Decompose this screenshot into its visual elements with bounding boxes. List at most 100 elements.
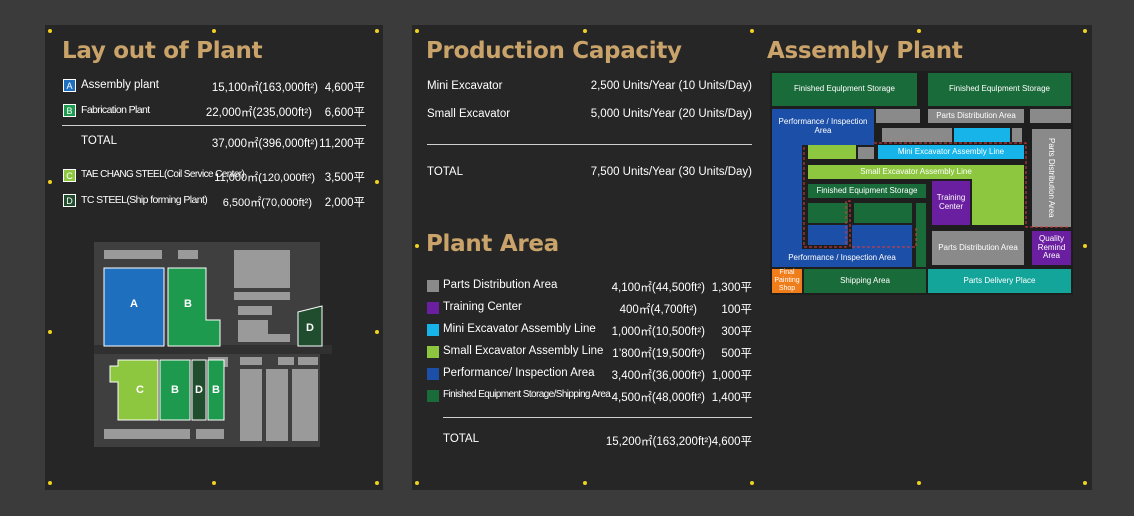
building-grey (278, 357, 294, 365)
corner-dot (375, 481, 379, 485)
performance-pyeong: 1,000平 (711, 370, 752, 382)
corner-dot (48, 180, 52, 184)
finished-storage-pyeong: 1,400平 (711, 392, 752, 404)
assembly-plant-label: Assembly plant (81, 79, 159, 91)
corner-dot (375, 29, 379, 33)
performance-area: 3,400㎡(36,000ft²) (611, 370, 705, 382)
corner-dot (415, 481, 419, 485)
swatch-finished-storage (427, 390, 439, 402)
fabrication-plant-area: 22,000㎡(235,000ft²) (205, 107, 312, 119)
tc-steel-pyeong: 2,000平 (324, 197, 365, 209)
capacity-title: Production Capacity (426, 38, 682, 64)
swatch-training-center (427, 302, 439, 314)
assembly-plant-area: 15,100㎡(163,000ft²) (211, 82, 318, 94)
building-grey (238, 306, 272, 315)
layout-total-label: TOTAL (81, 135, 117, 147)
building-grey (240, 369, 262, 441)
corner-dot (583, 29, 587, 33)
map-label-b: B (184, 298, 192, 310)
mini-line-label: Mini Excavator Assembly Line (443, 323, 596, 335)
assembly-plant-title: Assembly Plant (767, 38, 963, 64)
forklift-route (803, 142, 1070, 248)
fabrication-plant-pyeong: 6,600平 (324, 107, 365, 119)
capacity-total-value: 7,500 Units/Year (30 Units/Day) (590, 166, 752, 178)
route-line (803, 147, 917, 248)
corner-dot (917, 481, 921, 485)
corner-dot (750, 29, 754, 33)
corner-dot (1083, 481, 1087, 485)
building-grey (266, 369, 288, 441)
map-label-a: A (130, 298, 138, 310)
mini-line-pyeong: 300平 (721, 326, 752, 338)
badge-a: A (63, 79, 76, 92)
swatch-parts-distribution (427, 280, 439, 292)
map-label-d: D (306, 322, 314, 334)
building-grey (104, 250, 162, 259)
map-label-c: C (136, 384, 144, 396)
layout-total-pyeong: 11,200平 (319, 138, 365, 150)
site-map: A B C B D B D (94, 242, 332, 447)
parts-distribution-pyeong: 1,300平 (711, 282, 752, 294)
area-total-area: 15,200㎡(163,200ft²) (605, 436, 712, 448)
corner-dot (48, 29, 52, 33)
map-label-d2: D (195, 384, 203, 396)
corner-dot (415, 29, 419, 33)
assembly-plant-map: Finished Equlpment Storage Finished Equl… (770, 71, 1073, 295)
swatch-mini-line (427, 324, 439, 336)
route-line (874, 142, 1070, 228)
building-grey (240, 357, 262, 365)
mini-line-area: 1,000㎡(10,500ft²) (611, 326, 705, 338)
corner-dot (48, 330, 52, 334)
mini-excavator-value: 2,500 Units/Year (10 Units/Day) (590, 80, 752, 92)
corner-dot (375, 330, 379, 334)
layout-title: Lay out of Plant (62, 38, 263, 64)
layout-divider (62, 125, 366, 126)
corner-dot (1083, 244, 1087, 248)
tc-steel-label: TC STEEL(Ship forming Plant) (81, 194, 208, 206)
plant-area-title: Plant Area (426, 231, 559, 257)
small-excavator-label: Small Excavator (427, 108, 511, 120)
building-grey (196, 429, 224, 439)
swatch-performance (427, 368, 439, 380)
corner-dot (415, 244, 419, 248)
parts-distribution-label: Parts Distribution Area (443, 279, 558, 291)
badge-d: D (63, 194, 76, 207)
tc-steel-area: 6,500㎡(70,000ft²) (222, 197, 312, 209)
tae-chang-steel-pyeong: 3,500平 (324, 172, 365, 184)
badge-b: B (63, 104, 76, 117)
training-center-area: 400㎡(4,700ft²) (619, 304, 697, 316)
small-line-pyeong: 500平 (721, 348, 752, 360)
building-grey (292, 369, 318, 441)
area-total-label: TOTAL (443, 433, 479, 445)
corner-dot (212, 481, 216, 485)
building-grey (242, 334, 290, 342)
building-grey (234, 292, 290, 300)
building-grey (234, 250, 290, 288)
tae-chang-steel-area: 11,000㎡(120,000ft²) (214, 172, 315, 184)
map-label-b2: B (171, 384, 179, 396)
area-divider (443, 417, 752, 418)
area-total-pyeong: 4,600平 (711, 436, 752, 448)
corner-dot (48, 481, 52, 485)
capacity-total-label: TOTAL (427, 166, 463, 178)
small-line-area: 1’800㎡(19,500ft²) (612, 348, 705, 360)
performance-label: Performance/ Inspection Area (443, 367, 595, 379)
building-grey (178, 250, 198, 259)
corner-dot (375, 180, 379, 184)
corner-dot (583, 481, 587, 485)
training-center-pyeong: 100平 (721, 304, 752, 316)
swatch-small-line (427, 346, 439, 358)
corner-dot (1083, 29, 1087, 33)
building-grey (104, 429, 190, 439)
corner-dot (212, 29, 216, 33)
badge-c: C (63, 169, 76, 182)
finished-storage-area: 4,500㎡(48,000ft²) (611, 392, 705, 404)
layout-total-area: 37,000㎡(396,000ft²) (211, 138, 318, 150)
corner-dot (917, 29, 921, 33)
parts-distribution-area: 4,100㎡(44,500ft²) (611, 282, 705, 294)
building-grey (298, 357, 318, 365)
mini-excavator-label: Mini Excavator (427, 80, 503, 92)
capacity-divider (427, 144, 752, 145)
assembly-plant-pyeong: 4,600平 (324, 82, 365, 94)
map-label-b3: B (212, 384, 220, 396)
